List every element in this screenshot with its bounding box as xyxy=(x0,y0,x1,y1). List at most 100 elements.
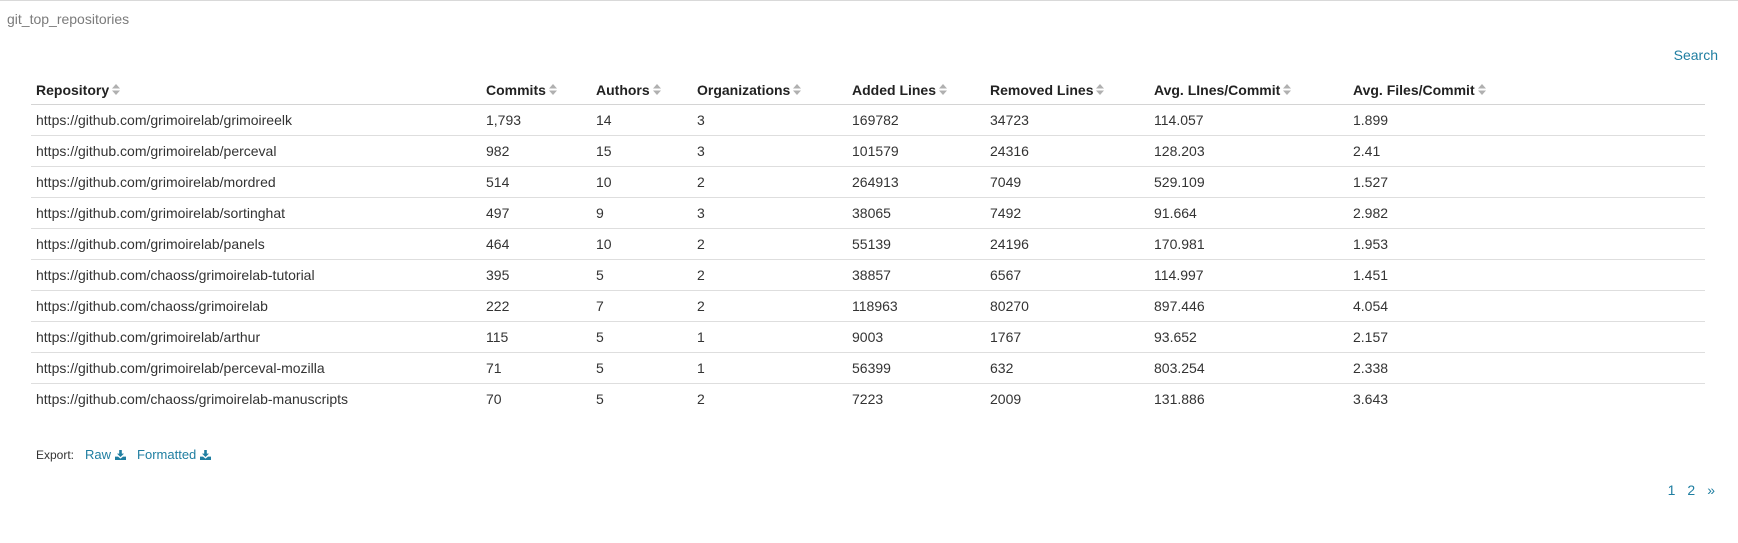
search-link[interactable]: Search xyxy=(1674,47,1718,63)
column-header[interactable]: Avg. Files/Commit xyxy=(1348,75,1705,105)
table-row: https://github.com/grimoirelab/sortingha… xyxy=(31,197,1705,229)
table-cell: 5 xyxy=(591,352,692,384)
repository-cell: https://github.com/grimoirelab/perceval xyxy=(31,135,481,167)
sort-icon[interactable] xyxy=(112,84,121,96)
table-row: https://github.com/grimoirelab/mordred 51… xyxy=(31,166,1705,198)
table-row: https://github.com/grimoirelab/grimoiree… xyxy=(31,104,1705,136)
repository-cell: https://github.com/grimoirelab/arthur xyxy=(31,321,481,353)
table-row: https://github.com/chaoss/grimoirelab-ma… xyxy=(31,384,1705,415)
sort-icon[interactable] xyxy=(1283,84,1292,96)
table-cell: 80270 xyxy=(985,290,1149,322)
table-cell: 70 xyxy=(486,391,502,407)
table-cell: 1.451 xyxy=(1348,259,1705,291)
table-cell: 2.41 xyxy=(1348,135,1705,167)
panel-title: git_top_repositories xyxy=(7,11,130,27)
table-cell: 982 xyxy=(481,135,591,167)
column-header[interactable]: Authors xyxy=(591,75,692,105)
table-cell: 56399 xyxy=(847,352,985,384)
table-cell: 55139 xyxy=(847,228,985,260)
table-row: https://github.com/grimoirelab/arthur 115… xyxy=(31,321,1705,353)
export-raw-link[interactable]: Raw xyxy=(85,447,127,462)
page-link-1[interactable]: 1 xyxy=(1668,482,1676,498)
table-cell: 632 xyxy=(985,352,1149,384)
table-cell: 128.203 xyxy=(1149,135,1348,167)
table-cell: 2 xyxy=(692,166,847,198)
sort-icon[interactable] xyxy=(652,84,661,96)
repository-cell: https://github.com/grimoirelab/perceval-… xyxy=(31,352,481,384)
table-cell: 2.157 xyxy=(1348,321,1705,353)
column-header[interactable]: Removed Lines xyxy=(985,75,1149,105)
export-label: Export: xyxy=(36,447,75,462)
table-cell: 91.664 xyxy=(1149,197,1348,229)
column-header-label: Repository xyxy=(36,81,110,98)
table-cell: 114.057 xyxy=(1149,104,1348,136)
table-cell: 5 xyxy=(591,321,692,353)
download-icon xyxy=(115,449,127,460)
table-cell: 9 xyxy=(591,197,692,229)
table-row: https://github.com/grimoirelab/panels 464… xyxy=(31,228,1705,260)
table-cell: 1.527 xyxy=(1348,166,1705,198)
table-row: https://github.com/chaoss/grimoirelab 222… xyxy=(31,290,1705,322)
table-cell: 2 xyxy=(697,391,705,407)
column-header-label: Added Lines xyxy=(852,81,937,98)
column-header-label: Commits xyxy=(486,81,546,98)
sort-icon[interactable] xyxy=(939,84,948,96)
column-header[interactable]: Commits xyxy=(481,75,591,105)
column-header[interactable]: Avg. LInes/Commit xyxy=(1149,75,1348,105)
column-header-label: Avg. Files/Commit xyxy=(1353,81,1475,98)
table-cell: 514 xyxy=(481,166,591,198)
table-cell: 9003 xyxy=(847,321,985,353)
table-cell: 1.953 xyxy=(1348,228,1705,260)
table-cell: 15 xyxy=(591,135,692,167)
table-cell: 2.338 xyxy=(1348,352,1705,384)
repository-cell: https://github.com/chaoss/grimoirelab-tu… xyxy=(31,259,481,291)
sort-icon[interactable] xyxy=(1096,84,1105,96)
table-cell: 222 xyxy=(481,290,591,322)
column-header[interactable]: Added Lines xyxy=(847,75,985,105)
table-cell: 7 xyxy=(591,290,692,322)
export-formatted-link[interactable]: Formatted xyxy=(137,447,212,462)
table-cell: 3 xyxy=(692,104,847,136)
table-cell: 6567 xyxy=(985,259,1149,291)
page-link-2[interactable]: 2 xyxy=(1687,482,1695,498)
column-header-label: Organizations xyxy=(697,81,791,98)
column-header-label: Avg. LInes/Commit xyxy=(1154,81,1281,98)
table-cell: 2 xyxy=(692,259,847,291)
table-cell: 14 xyxy=(591,104,692,136)
table-row: https://github.com/chaoss/grimoirelab-tu… xyxy=(31,259,1705,291)
table-cell: 169782 xyxy=(847,104,985,136)
pagination: 1 2 » xyxy=(1668,482,1715,498)
table-cell: 1 xyxy=(692,321,847,353)
column-header-label: Authors xyxy=(596,81,650,98)
table-cell: 38065 xyxy=(847,197,985,229)
table-cell: 264913 xyxy=(847,166,985,198)
data-table: Repository Commits Authors Organizations Add… xyxy=(31,75,1705,414)
table-cell: 38857 xyxy=(847,259,985,291)
column-header[interactable]: Organizations xyxy=(692,75,847,105)
table-cell: 5 xyxy=(591,259,692,291)
table-cell: 115 xyxy=(481,321,591,353)
repository-cell: https://github.com/chaoss/grimoirelab xyxy=(31,290,481,322)
table-cell: 3 xyxy=(692,135,847,167)
table-cell: 1767 xyxy=(985,321,1149,353)
repository-cell: https://github.com/grimoirelab/panels xyxy=(31,228,481,260)
table-cell: 7492 xyxy=(985,197,1149,229)
top-border xyxy=(0,0,1738,1)
table-cell: 1 xyxy=(692,352,847,384)
column-header[interactable]: Repository xyxy=(31,75,481,105)
table-cell: 114.997 xyxy=(1149,259,1348,291)
table-cell: 118963 xyxy=(847,290,985,322)
table-cell: 2 xyxy=(692,290,847,322)
sort-icon[interactable] xyxy=(548,84,557,96)
table-row: https://github.com/grimoirelab/perceval 9… xyxy=(31,135,1705,167)
sort-icon[interactable] xyxy=(1477,84,1486,96)
repository-cell: https://github.com/grimoirelab/sortingha… xyxy=(31,197,481,229)
table-cell: 3.643 xyxy=(1353,391,1389,407)
sort-icon[interactable] xyxy=(793,84,802,96)
table-body: https://github.com/grimoirelab/grimoiree… xyxy=(31,104,1705,415)
next-page-link[interactable]: » xyxy=(1707,482,1715,498)
table-cell: 897.446 xyxy=(1149,290,1348,322)
table-cell: 10 xyxy=(591,166,692,198)
table-cell: 170.981 xyxy=(1149,228,1348,260)
table-cell: 4.054 xyxy=(1348,290,1705,322)
